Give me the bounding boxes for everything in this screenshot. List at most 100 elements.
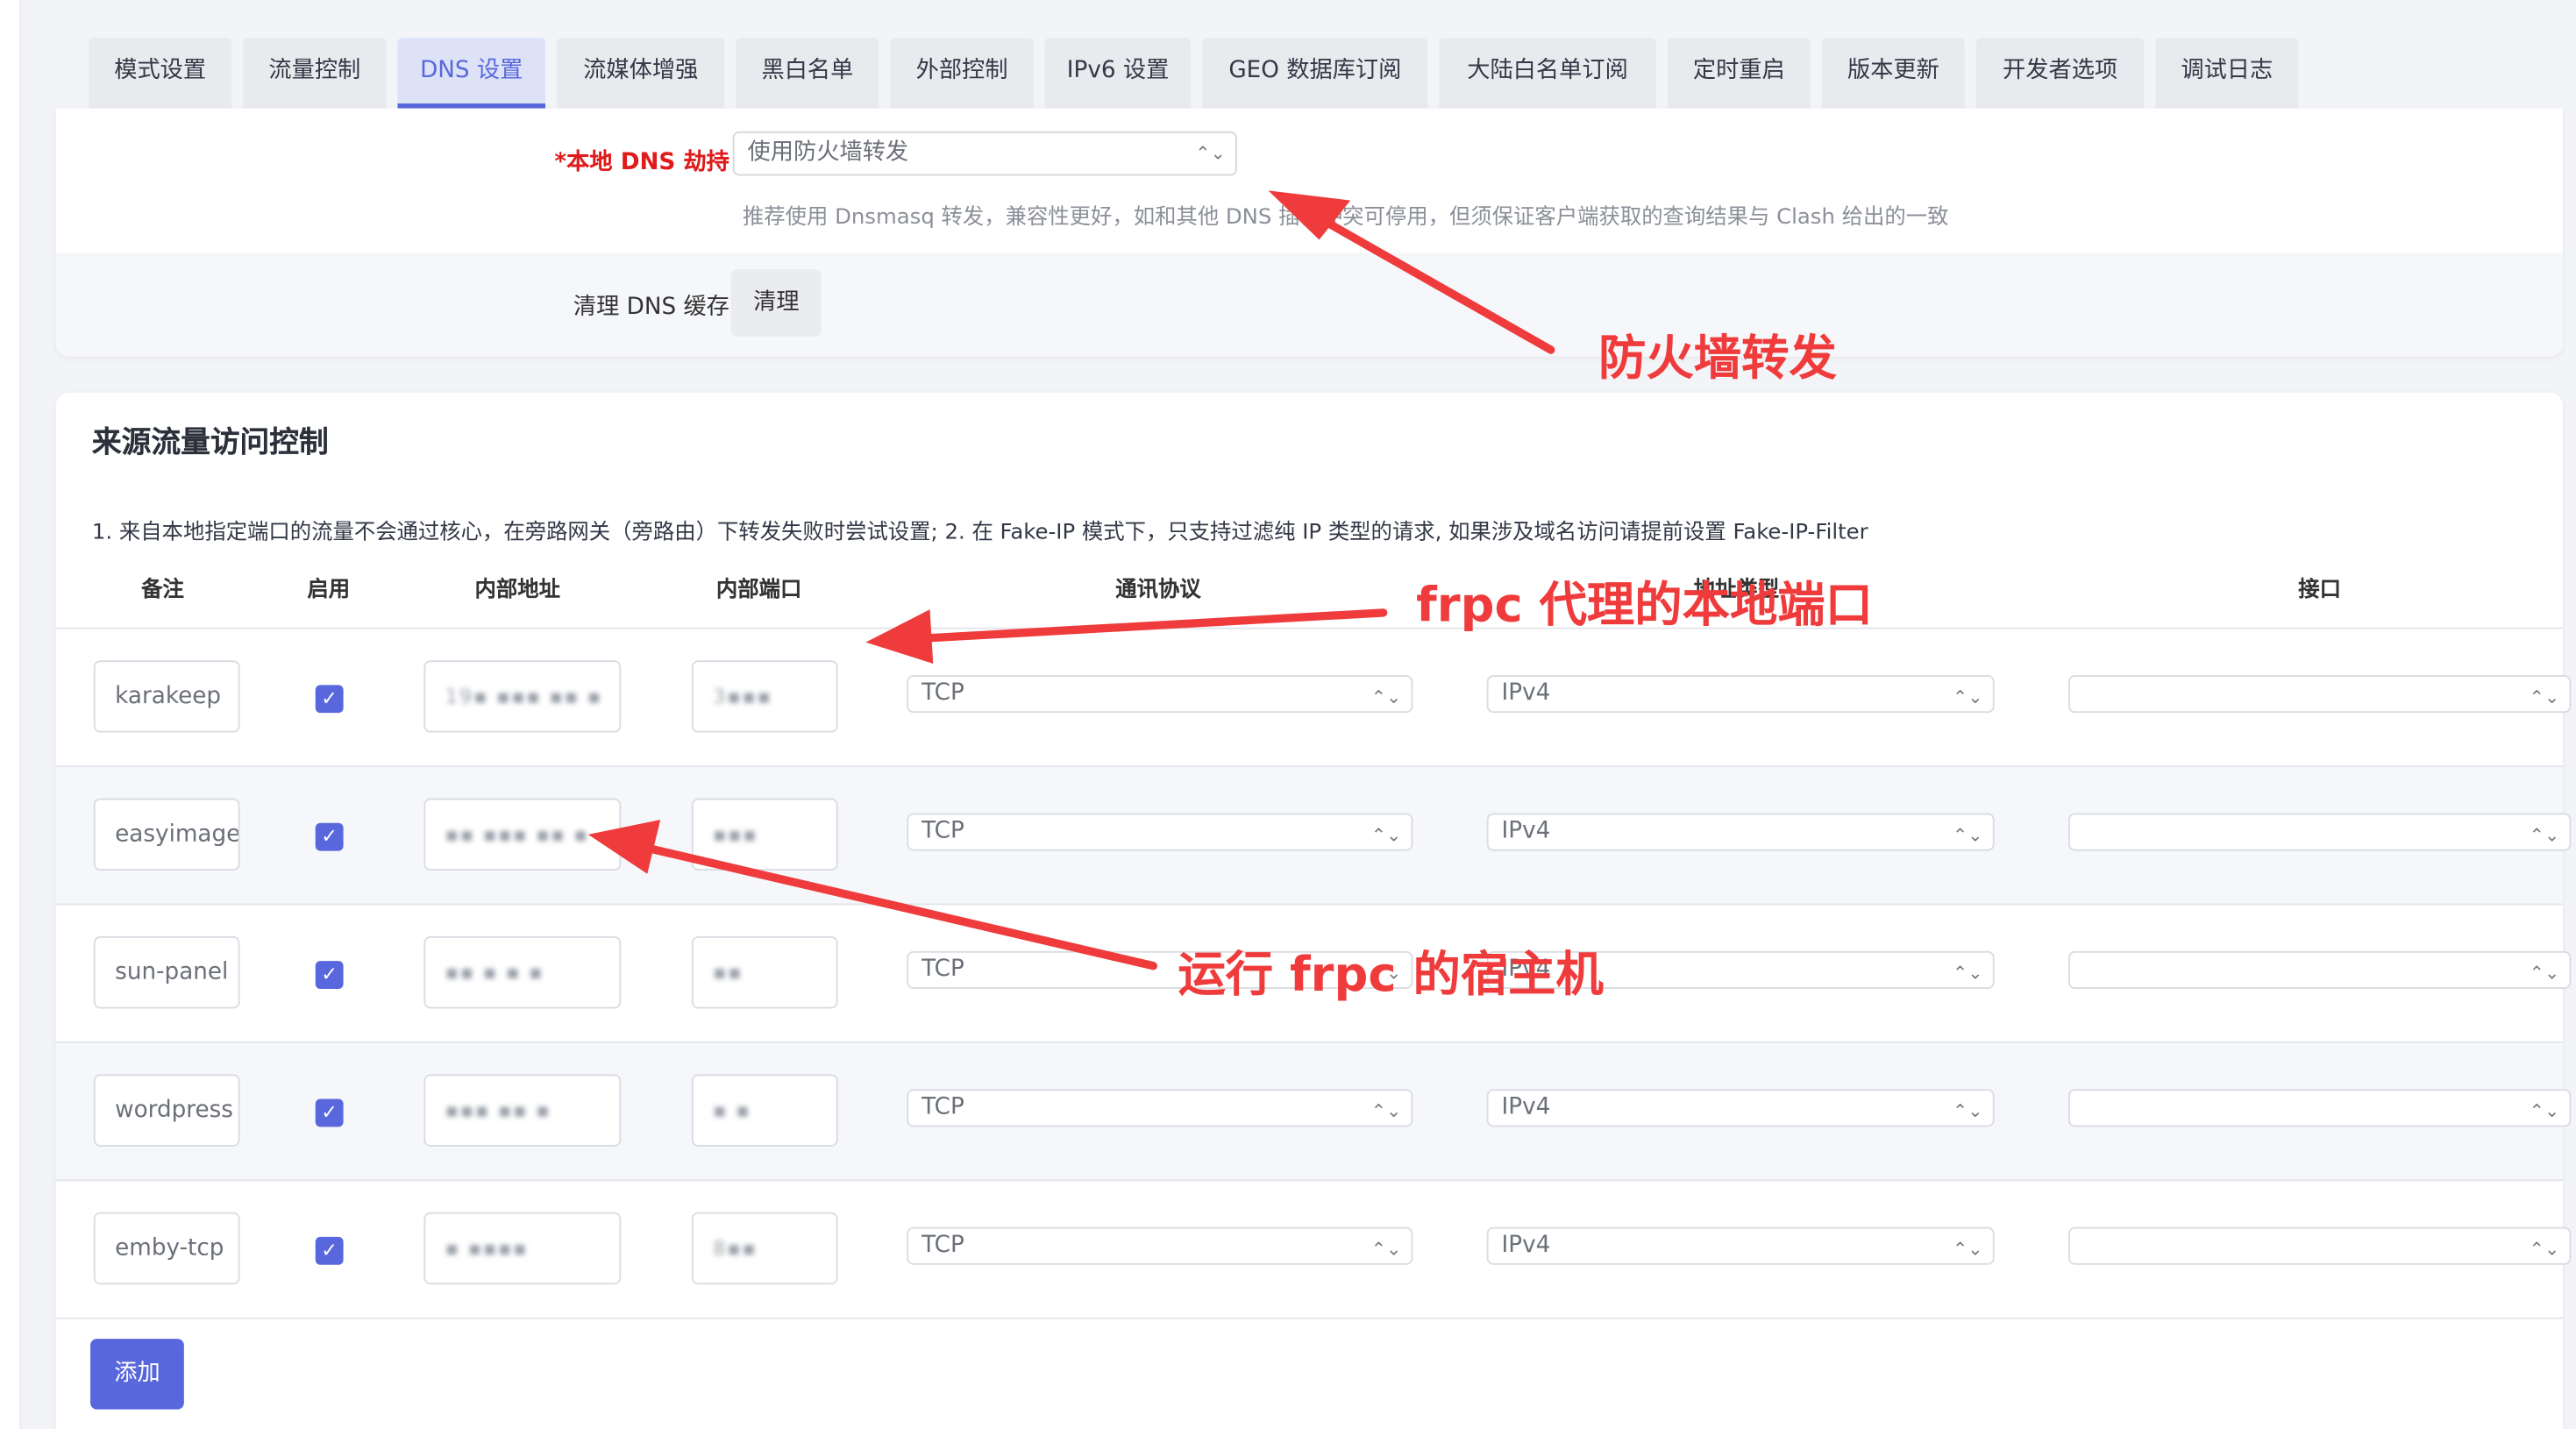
address-input[interactable]: 19▪ ▪▪▪ ▪▪ ▪ <box>423 660 622 733</box>
chevron-updown-icon: ⌃⌄ <box>1370 824 1402 846</box>
column-header-interface: 接口 <box>2298 578 2342 603</box>
tab-traffic[interactable]: 流量控制 <box>243 38 387 109</box>
protocol-select[interactable]: TCP ⌃⌄ <box>907 1089 1413 1127</box>
interface-select[interactable]: ⌃⌄ <box>2067 1226 2572 1265</box>
chevron-updown-icon: ⌃⌄ <box>1953 824 1983 846</box>
addr-type-select[interactable]: IPv4 ⌃⌄ <box>1486 1226 1995 1265</box>
address-value: ▪▪ ▪▪▪ ▪▪ ▪ <box>445 822 589 846</box>
chevron-updown-icon: ⌃⌄ <box>2529 1238 2560 1261</box>
dns-hijack-value: 使用防火墙转发 <box>747 139 909 167</box>
table-row: easyimage ✓ ▪▪ ▪▪▪ ▪▪ ▪ ▪▪▪ TCP ⌃⌄ IPv4 ⌃⌄… <box>55 767 2572 906</box>
enabled-checkbox[interactable]: ✓ <box>315 1098 344 1127</box>
tab-blackwhite-list[interactable]: 黑白名单 <box>736 38 879 109</box>
port-input[interactable]: ▪ ▪ <box>691 1074 838 1147</box>
remark-input[interactable]: wordpress <box>93 1074 240 1147</box>
protocol-select[interactable]: TCP ⌃⌄ <box>907 675 1413 714</box>
column-header-address: 内部地址 <box>474 578 560 603</box>
chevron-updown-icon: ⌃⌄ <box>1953 1100 1983 1122</box>
interface-select[interactable]: ⌃⌄ <box>2067 1089 2572 1127</box>
tab-scheduled-restart[interactable]: 定时重启 <box>1667 38 1811 109</box>
chevron-updown-icon: ⌃⌄ <box>2529 962 2560 985</box>
dns-hijack-select[interactable]: 使用防火墙转发 ⌃⌄ <box>732 131 1237 176</box>
address-value: ▪▪▪ ▪▪ ▪ <box>445 1098 551 1122</box>
port-value: ▪▪▪ <box>713 822 758 846</box>
table-row: karakeep ✓ 19▪ ▪▪▪ ▪▪ ▪ 3▪▪▪ TCP ⌃⌄ IPv4 ⌃… <box>55 629 2572 768</box>
enabled-checkbox[interactable]: ✓ <box>315 1236 344 1265</box>
port-input[interactable]: 8▪▪ <box>691 1212 838 1285</box>
addr-type-value: IPv4 <box>1501 1232 1551 1259</box>
port-value: 8▪▪ <box>713 1236 758 1261</box>
addr-type-select[interactable]: IPv4 ⌃⌄ <box>1486 675 1995 714</box>
tab-streaming[interactable]: 流媒体增强 <box>557 38 725 109</box>
protocol-select[interactable]: TCP ⌃⌄ <box>907 813 1413 851</box>
column-header-remark: 备注 <box>141 578 184 603</box>
interface-select[interactable]: ⌃⌄ <box>2067 950 2572 989</box>
addr-type-value: IPv4 <box>1501 1093 1551 1120</box>
annotation-firewall: 防火墙转发 <box>1598 330 1837 387</box>
port-value: 3▪▪▪ <box>713 685 772 708</box>
port-value: ▪▪ <box>713 961 744 985</box>
chevron-updown-icon: ⌃⌄ <box>1195 143 1226 165</box>
dns-hijack-help: 推荐使用 Dnsmasq 转发，兼容性更好，如和其他 DNS 插件冲突可停用，但… <box>742 205 1949 231</box>
tab-mode[interactable]: 模式设置 <box>89 38 232 109</box>
chevron-updown-icon: ⌃⌄ <box>1370 1100 1402 1122</box>
address-value: ▪ ▪▪▪▪ <box>445 1236 529 1261</box>
chevron-updown-icon: ⌃⌄ <box>1953 962 1983 985</box>
addr-type-value: IPv4 <box>1501 679 1551 707</box>
chevron-updown-icon: ⌃⌄ <box>2529 1100 2560 1122</box>
tab-debug-log[interactable]: 调试日志 <box>2155 38 2299 109</box>
address-input[interactable]: ▪▪ ▪▪▪ ▪▪ ▪ <box>423 798 622 871</box>
address-value: ▪▪ ▪ ▪ ▪ <box>445 961 544 985</box>
port-value: ▪ ▪ <box>713 1098 751 1122</box>
enabled-checkbox[interactable]: ✓ <box>315 685 344 714</box>
column-header-protocol: 通讯协议 <box>1115 578 1201 603</box>
column-header-port: 内部端口 <box>715 578 802 603</box>
remark-input[interactable]: karakeep <box>93 660 240 733</box>
enabled-checkbox[interactable]: ✓ <box>315 822 344 851</box>
protocol-select[interactable]: TCP ⌃⌄ <box>907 1226 1413 1265</box>
dns-hijack-label: *本地 DNS 劫持 <box>554 149 729 176</box>
chevron-updown-icon: ⌃⌄ <box>1953 1238 1983 1261</box>
table-row: wordpress ✓ ▪▪▪ ▪▪ ▪ ▪ ▪ TCP ⌃⌄ IPv4 ⌃⌄ ⌃⌄ <box>55 1042 2572 1182</box>
port-input[interactable]: ▪▪▪ <box>691 798 838 871</box>
tab-external-control[interactable]: 外部控制 <box>890 38 1034 109</box>
remark-input[interactable]: emby-tcp <box>93 1212 240 1285</box>
addr-type-value: IPv4 <box>1501 818 1551 845</box>
annotation-frpc-port: frpc 代理的本地端口 <box>1416 576 1873 633</box>
tab-developer[interactable]: 开发者选项 <box>1976 38 2145 109</box>
enabled-checkbox[interactable]: ✓ <box>315 961 344 989</box>
chevron-updown-icon: ⌃⌄ <box>1953 686 1983 708</box>
chevron-updown-icon: ⌃⌄ <box>2529 686 2560 708</box>
address-input[interactable]: ▪ ▪▪▪▪ <box>423 1212 622 1285</box>
access-control-title: 来源流量访问控制 <box>91 425 329 460</box>
port-input[interactable]: 3▪▪▪ <box>691 660 838 733</box>
protocol-value: TCP <box>922 956 964 983</box>
protocol-value: TCP <box>922 1232 964 1259</box>
interface-select[interactable]: ⌃⌄ <box>2067 675 2572 714</box>
tab-china-whitelist[interactable]: 大陆白名单订阅 <box>1439 38 1656 109</box>
remark-input[interactable]: sun-panel <box>93 936 240 1009</box>
interface-select[interactable]: ⌃⌄ <box>2067 813 2572 851</box>
address-value: 19▪ ▪▪▪ ▪▪ ▪ <box>445 685 603 708</box>
tab-version-update[interactable]: 版本更新 <box>1821 38 1965 109</box>
table-row: emby-tcp ✓ ▪ ▪▪▪▪ 8▪▪ TCP ⌃⌄ IPv4 ⌃⌄ ⌃⌄ <box>55 1181 2572 1319</box>
tab-geo-subscription[interactable]: GEO 数据库订阅 <box>1202 38 1428 109</box>
clear-dns-cache-label: 清理 DNS 缓存 <box>573 294 729 321</box>
port-input[interactable]: ▪▪ <box>691 936 838 1009</box>
annotation-frpc-host: 运行 frpc 的宿主机 <box>1178 946 1604 1002</box>
clear-dns-cache-button[interactable]: 清理 <box>730 269 822 338</box>
address-input[interactable]: ▪▪ ▪ ▪ ▪ <box>423 936 622 1009</box>
tab-ipv6[interactable]: IPv6 设置 <box>1044 38 1192 109</box>
chevron-updown-icon: ⌃⌄ <box>1370 686 1402 708</box>
add-rule-button[interactable]: 添加 <box>90 1339 184 1410</box>
addr-type-select[interactable]: IPv4 ⌃⌄ <box>1486 1089 1995 1127</box>
access-control-card: 来源流量访问控制 1. 来自本地指定端口的流量不会通过核心，在旁路网关（旁路由）… <box>55 392 2572 1429</box>
addr-type-select[interactable]: IPv4 ⌃⌄ <box>1486 813 1995 851</box>
chevron-updown-icon: ⌃⌄ <box>1370 1238 1402 1261</box>
address-input[interactable]: ▪▪▪ ▪▪ ▪ <box>423 1074 622 1147</box>
tab-dns[interactable]: DNS 设置 <box>397 38 546 109</box>
remark-input[interactable]: easyimage <box>93 798 240 871</box>
dns-settings-card: *本地 DNS 劫持 使用防火墙转发 ⌃⌄ 推荐使用 Dnsmasq 转发，兼容… <box>55 108 2563 357</box>
access-control-description: 1. 来自本地指定端口的流量不会通过核心，在旁路网关（旁路由）下转发失败时尝试设… <box>91 520 1868 546</box>
chevron-updown-icon: ⌃⌄ <box>2529 824 2560 846</box>
